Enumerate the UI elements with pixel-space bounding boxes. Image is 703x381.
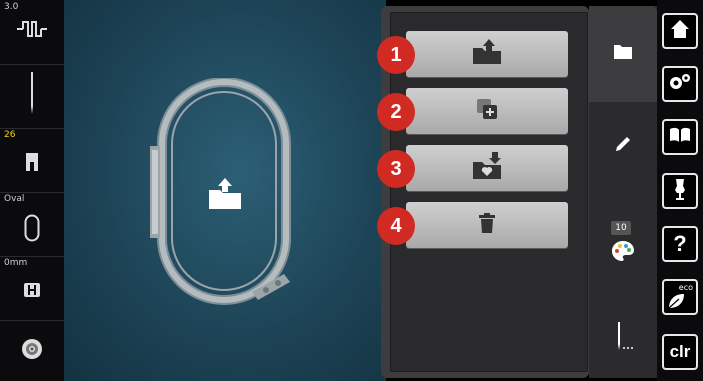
export-design-button[interactable] — [406, 31, 568, 77]
feed-dog-icon — [0, 282, 64, 298]
presser-foot-number: 26 — [4, 130, 16, 140]
stitch-width-value: 3.0 — [4, 2, 19, 12]
save-favorite-button[interactable] — [406, 145, 568, 191]
palette-icon — [611, 240, 635, 266]
save-favorite-icon — [472, 152, 502, 184]
tab-edit[interactable] — [589, 128, 657, 164]
folder-export-icon — [472, 39, 502, 69]
presser-foot-icon — [0, 152, 64, 172]
help-button[interactable]: ? — [662, 226, 698, 262]
step-badge-1: 1 — [377, 36, 415, 74]
color-count-badge: 10 — [611, 221, 631, 235]
stitch-pattern-icon — [0, 18, 64, 40]
setup-button[interactable] — [662, 66, 698, 102]
step-badge-2: 2 — [377, 93, 415, 131]
eco-leaf-icon: eco — [667, 283, 693, 309]
needle-icon — [0, 72, 64, 116]
hoop-folder-export-icon — [208, 178, 242, 214]
tutorial-button[interactable] — [662, 119, 698, 155]
tab-stitch-out[interactable] — [589, 322, 657, 356]
creative-consultant-button[interactable] — [662, 173, 698, 209]
trash-icon — [479, 213, 495, 237]
tab-color[interactable] — [589, 238, 657, 268]
step-badge-3: 3 — [377, 150, 415, 188]
left-status-bar: 3.0 26 Oval 0mm — [0, 0, 64, 381]
hoop-cell[interactable]: Oval — [0, 192, 64, 257]
delete-design-button[interactable] — [406, 202, 568, 248]
needle-stitch-icon — [613, 322, 633, 356]
right-system-bar: ? eco clr — [657, 0, 703, 381]
eco-button[interactable]: eco — [662, 279, 698, 315]
duplicate-icon — [476, 98, 498, 124]
bobbin-icon — [0, 338, 64, 360]
hoop-label: Oval — [4, 194, 25, 204]
dress-form-icon — [672, 178, 688, 204]
clear-button[interactable]: clr — [662, 334, 698, 370]
duplicate-design-button[interactable] — [406, 88, 568, 134]
step-badge-4: 4 — [377, 207, 415, 245]
home-icon — [670, 19, 690, 43]
embroidery-canvas[interactable] — [64, 0, 386, 381]
bobbin-cell[interactable] — [0, 320, 64, 381]
stitch-width-cell[interactable]: 3.0 — [0, 0, 64, 65]
oval-hoop-icon — [0, 214, 64, 242]
feed-dog-cell[interactable]: 0mm — [0, 256, 64, 321]
presser-foot-cell[interactable]: 26 — [0, 128, 64, 193]
folder-icon — [589, 40, 657, 64]
pencil-icon — [614, 135, 632, 157]
home-button[interactable] — [662, 13, 698, 49]
book-icon — [669, 127, 691, 147]
eco-label: eco — [678, 283, 693, 292]
gears-icon — [668, 72, 692, 96]
needle-cell[interactable] — [0, 64, 64, 129]
feed-dog-label: 0mm — [4, 258, 28, 268]
